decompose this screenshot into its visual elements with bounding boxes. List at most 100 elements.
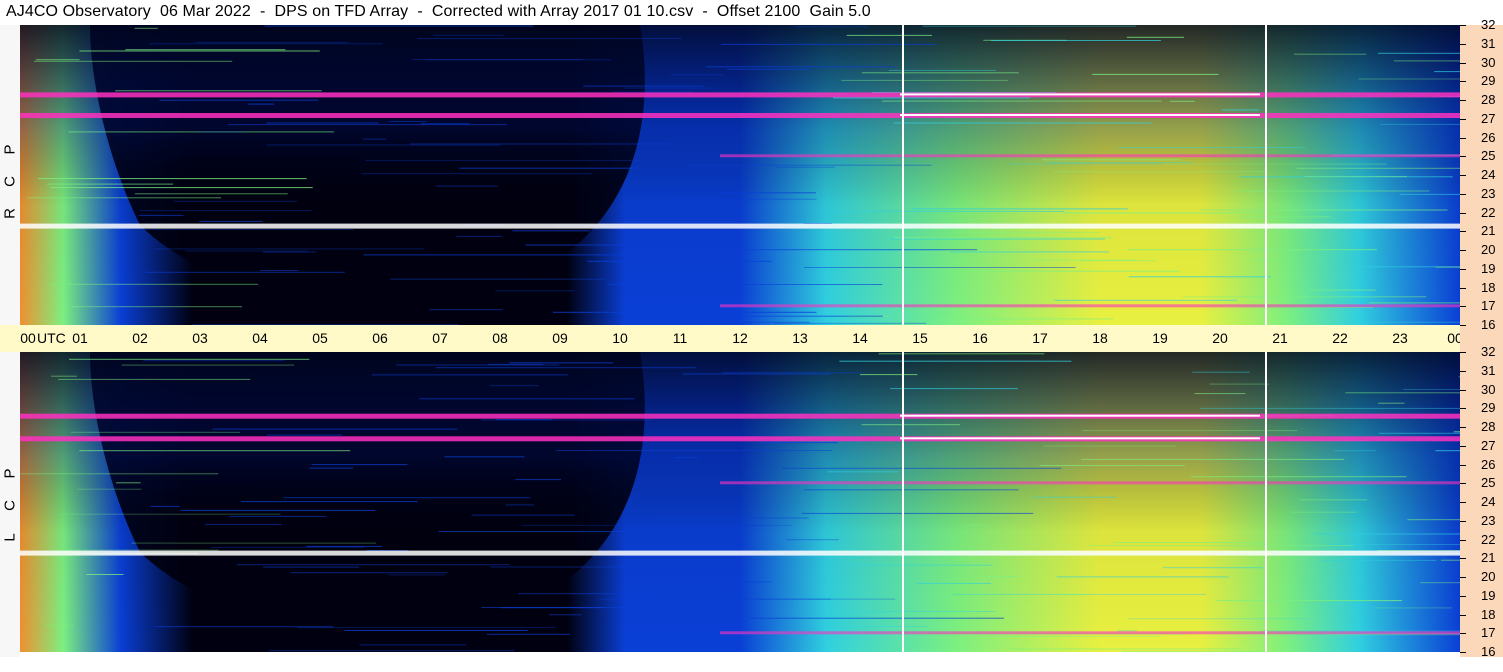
- freq-tick-label: 21: [1481, 550, 1496, 566]
- hour-label: 11: [672, 330, 688, 346]
- noise-streak: [1368, 302, 1460, 304]
- noise-streak: [185, 250, 308, 252]
- noise-streak: [363, 138, 387, 140]
- noise-streak: [417, 38, 682, 39]
- noise-streak: [962, 524, 990, 526]
- noise-streak: [425, 59, 612, 61]
- freq-tick-label: 26: [1481, 129, 1496, 145]
- vertical-marker-line: [1265, 352, 1267, 652]
- noise-streak: [1121, 650, 1267, 652]
- noise-streak: [116, 482, 141, 484]
- noise-streak: [1296, 167, 1460, 169]
- noise-streak: [432, 34, 505, 36]
- freq-tick: [1460, 325, 1466, 326]
- noise-streak: [726, 68, 811, 70]
- rfi-band: [720, 154, 1460, 158]
- noise-streak: [1194, 393, 1246, 395]
- freq-tick: [1460, 427, 1466, 428]
- noise-streak: [1055, 594, 1085, 596]
- noise-streak: [841, 79, 1009, 81]
- noise-streak: [388, 121, 427, 122]
- freq-tick: [1460, 268, 1466, 270]
- hour-label: 04: [252, 330, 268, 346]
- noise-streak: [549, 614, 582, 616]
- noise-streak: [429, 309, 503, 311]
- noise-streak: [782, 467, 1061, 469]
- rfi-band-highlight: [900, 93, 1260, 96]
- noise-streak: [890, 238, 1106, 240]
- vertical-marker-line: [902, 352, 904, 652]
- rfi-band: [720, 631, 1460, 635]
- noise-streak: [227, 124, 508, 126]
- noise-streak: [1440, 559, 1460, 561]
- noise-streak: [512, 230, 590, 232]
- noise-streak: [860, 374, 918, 376]
- noise-streak: [46, 183, 173, 185]
- noise-streak: [1326, 634, 1460, 636]
- noise-streak: [858, 626, 928, 627]
- noise-streak: [515, 479, 561, 481]
- noise-streak: [204, 524, 282, 525]
- freq-tick: [1460, 614, 1466, 616]
- noise-streak: [199, 220, 263, 222]
- freq-tick-label: 29: [1481, 73, 1496, 89]
- vertical-marker-line: [902, 25, 904, 325]
- noise-streak: [306, 545, 382, 547]
- noise-streak: [361, 173, 592, 175]
- noise-streak: [982, 575, 1021, 577]
- freq-tick: [1460, 633, 1466, 635]
- rfi-band-highlight: [900, 437, 1260, 440]
- noise-streak: [20, 473, 219, 475]
- noise-streak: [1358, 78, 1460, 80]
- rcp-spectrogram-plot: [20, 25, 1460, 325]
- noise-streak: [1299, 499, 1368, 501]
- freq-tick-label: 20: [1481, 569, 1496, 584]
- noise-streak: [753, 598, 896, 600]
- freq-tick: [1460, 62, 1466, 64]
- noise-streak: [150, 505, 180, 507]
- noise-streak: [134, 193, 288, 195]
- noise-streak: [583, 85, 704, 87]
- rfi-band: [20, 550, 1460, 556]
- freq-tick: [1460, 306, 1466, 308]
- noise-streak: [1007, 163, 1163, 165]
- noise-streak: [125, 49, 286, 51]
- noise-streak: [229, 516, 327, 517]
- freq-tick: [1460, 137, 1466, 139]
- noise-streak: [487, 363, 544, 365]
- freq-tick: [1460, 352, 1466, 353]
- noise-streak: [1116, 630, 1137, 632]
- freq-tick: [1460, 118, 1466, 120]
- noise-streak: [435, 367, 697, 369]
- hour-label: 07: [432, 330, 448, 346]
- lcp-spectrogram-plot: [20, 352, 1460, 652]
- noise-streak: [248, 103, 275, 105]
- noise-streak: [720, 192, 816, 194]
- noise-streak: [456, 235, 503, 237]
- noise-streak: [459, 167, 638, 169]
- freq-tick-label: 30: [1481, 54, 1496, 70]
- noise-streak: [54, 549, 219, 551]
- noise-streak: [934, 637, 968, 639]
- noise-streak: [723, 372, 863, 374]
- hour-label: 12: [732, 330, 748, 346]
- noise-streak: [139, 210, 312, 212]
- hour-label: 01: [72, 330, 88, 346]
- noise-streak: [27, 197, 222, 199]
- noise-streak: [1090, 545, 1353, 547]
- noise-streak: [134, 27, 158, 29]
- noise-streak: [631, 525, 765, 527]
- noise-streak: [71, 306, 242, 308]
- noise-streak: [86, 574, 124, 575]
- hour-label: 21: [1272, 330, 1288, 346]
- noise-streak: [1293, 53, 1367, 55]
- noise-streak: [1128, 276, 1271, 278]
- noise-streak: [1054, 299, 1238, 301]
- hour-label: 03: [192, 330, 208, 346]
- rfi-band: [20, 223, 1460, 229]
- freq-tick: [1460, 520, 1466, 522]
- noise-streak: [1081, 458, 1345, 460]
- noise-streak: [435, 185, 498, 187]
- noise-streak: [1222, 109, 1259, 111]
- noise-streak: [912, 208, 1128, 210]
